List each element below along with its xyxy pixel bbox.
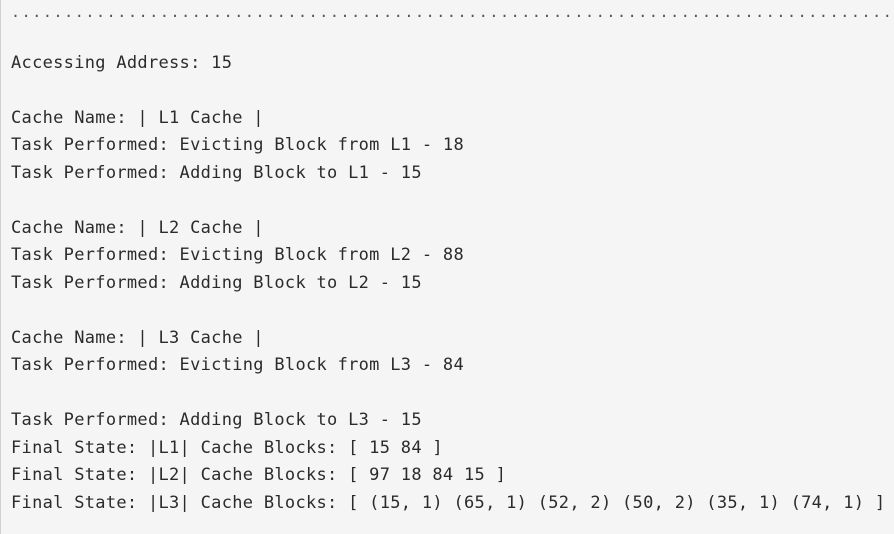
l1-cache-name-line: Cache Name: | L1 Cache | xyxy=(11,108,264,128)
l1-evict-line: Task Performed: Evicting Block from L1 -… xyxy=(11,135,464,155)
l2-add-line: Task Performed: Adding Block to L2 - 15 xyxy=(11,273,422,293)
separator-line: ........................................… xyxy=(11,3,894,21)
accessing-address-line: Accessing Address: 15 xyxy=(11,53,233,73)
final-state-l1-line: Final State: |L1| Cache Blocks: [ 15 84 … xyxy=(11,438,443,458)
l3-cache-name-line: Cache Name: | L3 Cache | xyxy=(11,328,264,348)
final-state-l3-line: Final State: |L3| Cache Blocks: [ (15, 1… xyxy=(11,493,886,513)
l3-add-line: Task Performed: Adding Block to L3 - 15 xyxy=(11,410,422,430)
l2-evict-line: Task Performed: Evicting Block from L2 -… xyxy=(11,245,464,265)
console-output: ........................................… xyxy=(0,0,894,534)
l1-add-line: Task Performed: Adding Block to L1 - 15 xyxy=(11,163,422,183)
l2-cache-name-line: Cache Name: | L2 Cache | xyxy=(11,218,264,238)
final-state-l2-line: Final State: |L2| Cache Blocks: [ 97 18 … xyxy=(11,465,507,485)
l3-evict-line: Task Performed: Evicting Block from L3 -… xyxy=(11,355,464,375)
